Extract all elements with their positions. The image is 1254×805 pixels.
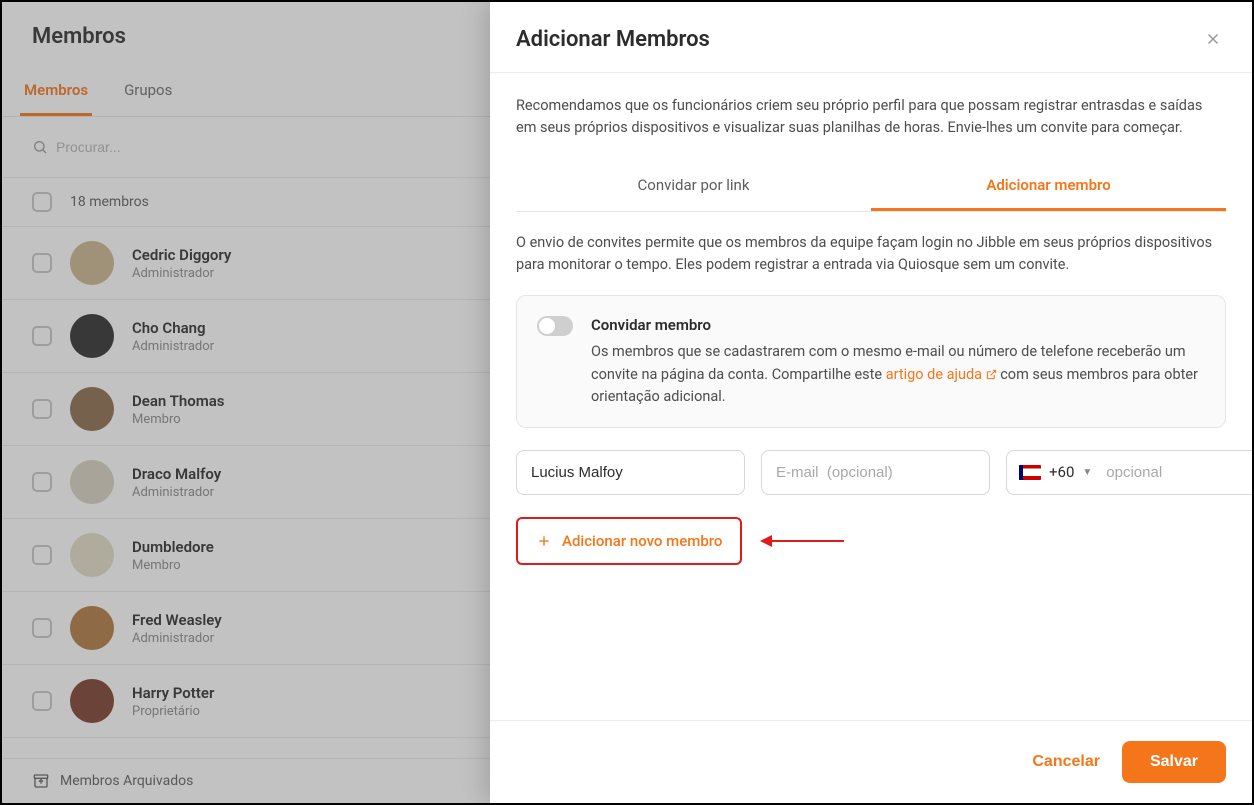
external-link-icon <box>986 369 997 380</box>
member-fields: +60 ▼ <box>516 450 1226 495</box>
modal-body: Recomendamos que os funcionários criem s… <box>490 73 1252 720</box>
invite-card: Convidar membro Os membros que se cadast… <box>516 295 1226 428</box>
modal-footer: Cancelar Salvar <box>490 720 1252 803</box>
modal-subtext: O envio de convites permite que os membr… <box>516 232 1226 277</box>
email-field[interactable] <box>761 450 990 495</box>
modal-tabs: Convidar por link Adicionar membro <box>516 162 1226 212</box>
cancel-button[interactable]: Cancelar <box>1032 753 1100 771</box>
modal-header: Adicionar Membros <box>490 2 1252 73</box>
tab-add-member[interactable]: Adicionar membro <box>871 162 1226 211</box>
name-field[interactable] <box>516 450 745 495</box>
close-button[interactable] <box>1200 26 1226 52</box>
add-another-member-button[interactable]: Adicionar novo membro <box>516 517 742 565</box>
invite-card-title: Convidar membro <box>591 314 1205 337</box>
help-article-link[interactable]: artigo de ajuda <box>886 366 997 383</box>
phone-field-wrap: +60 ▼ <box>1006 450 1252 495</box>
chevron-down-icon[interactable]: ▼ <box>1082 467 1092 478</box>
phone-field[interactable] <box>1106 451 1252 494</box>
add-another-label: Adicionar novo membro <box>562 532 722 550</box>
invite-card-body: Convidar membro Os membros que se cadast… <box>591 314 1205 409</box>
save-button[interactable]: Salvar <box>1122 741 1226 783</box>
modal-title: Adicionar Membros <box>516 27 710 52</box>
country-flag-icon[interactable] <box>1019 465 1041 480</box>
add-members-modal: Adicionar Membros Recomendamos que os fu… <box>490 2 1252 803</box>
annotation-arrow <box>760 535 844 547</box>
invite-toggle[interactable] <box>537 316 573 336</box>
tab-invite-link[interactable]: Convidar por link <box>516 162 871 211</box>
plus-icon <box>536 533 552 549</box>
dial-code: +60 <box>1049 463 1074 481</box>
modal-intro: Recomendamos que os funcionários criem s… <box>516 95 1226 140</box>
help-link-text: artigo de ajuda <box>886 366 982 383</box>
